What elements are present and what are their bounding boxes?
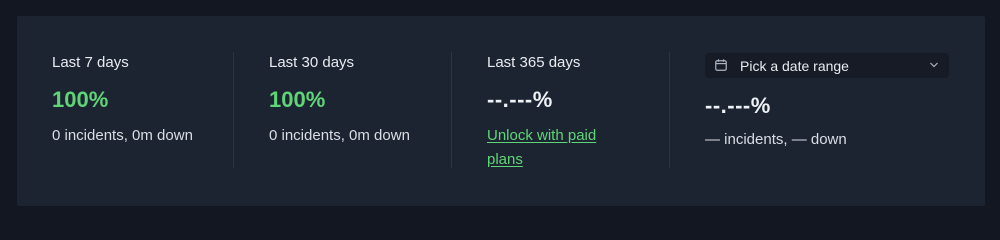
stat-label: Last 30 days <box>269 54 355 71</box>
chevron-down-icon <box>930 62 938 68</box>
uptime-percentage: 100% <box>52 87 109 112</box>
incidents-summary: 0 incidents, 0m down <box>52 127 193 144</box>
stat-last-30-days: Last 30 days 100% 0 incidents, 0m down <box>269 16 469 206</box>
incidents-summary: 0 incidents, 0m down <box>269 127 410 144</box>
stat-last-7-days: Last 7 days 100% 0 incidents, 0m down <box>52 16 252 206</box>
stat-custom-range: Pick a date range --.---% — incidents, —… <box>705 16 965 206</box>
uptime-percentage: --.---% <box>487 87 553 112</box>
column-divider <box>669 52 670 168</box>
unlock-paid-plans-link[interactable]: Unlock with paid plans <box>487 124 627 172</box>
incidents-summary: — incidents, — down <box>705 131 847 148</box>
stat-last-365-days: Last 365 days --.---% Unlock with paid p… <box>487 16 667 206</box>
uptime-percentage: 100% <box>269 87 326 112</box>
calendar-icon <box>715 59 727 71</box>
uptime-summary-panel: Last 7 days 100% 0 incidents, 0m down La… <box>17 16 985 206</box>
column-divider <box>451 52 452 168</box>
date-range-picker[interactable]: Pick a date range <box>705 53 949 78</box>
column-divider <box>233 52 234 168</box>
uptime-percentage: --.---% <box>705 93 771 118</box>
stat-label: Last 365 days <box>487 54 581 71</box>
stat-label: Last 7 days <box>52 54 129 71</box>
date-range-picker-label: Pick a date range <box>740 58 849 74</box>
